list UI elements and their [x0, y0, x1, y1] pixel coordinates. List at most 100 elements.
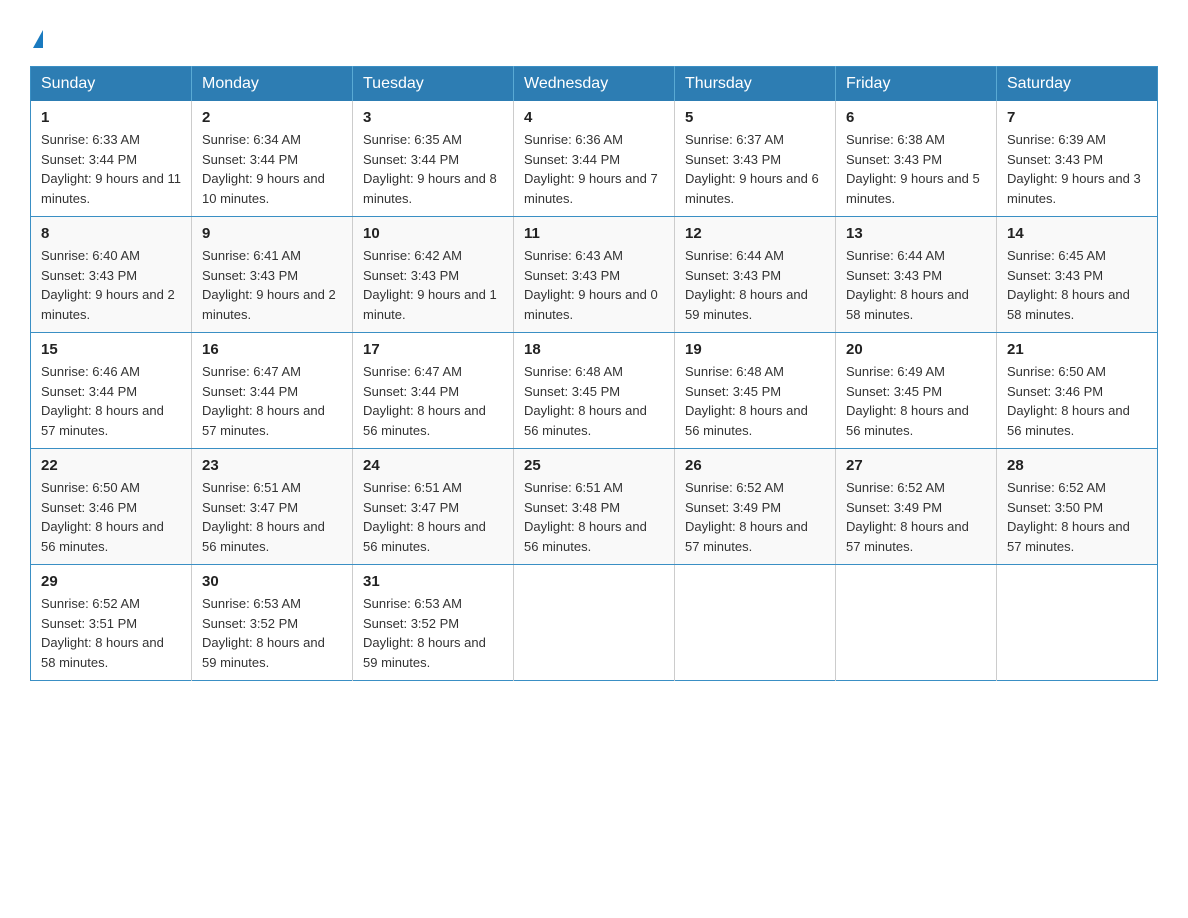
calendar-cell: 19Sunrise: 6:48 AMSunset: 3:45 PMDayligh… [675, 333, 836, 449]
day-number: 31 [363, 573, 503, 590]
weekday-wednesday: Wednesday [514, 67, 675, 102]
day-number: 1 [41, 109, 181, 126]
weekday-tuesday: Tuesday [353, 67, 514, 102]
day-info: Sunrise: 6:52 AMSunset: 3:51 PMDaylight:… [41, 596, 164, 670]
weekday-monday: Monday [192, 67, 353, 102]
calendar-cell: 6 Sunrise: 6:38 AMSunset: 3:43 PMDaylight… [836, 101, 997, 217]
day-info: Sunrise: 6:41 AMSunset: 3:43 PMDaylight:… [202, 248, 336, 322]
calendar-cell [514, 565, 675, 681]
day-info: Sunrise: 6:40 AMSunset: 3:43 PMDaylight:… [41, 248, 175, 322]
calendar-cell: 16 Sunrise: 6:47 AMSunset: 3:44 PMDayligh… [192, 333, 353, 449]
calendar-cell: 14 Sunrise: 6:45 AMSunset: 3:43 PMDayligh… [997, 217, 1158, 333]
weekday-sunday: Sunday [31, 67, 192, 102]
day-info: Sunrise: 6:33 AMSunset: 3:44 PMDaylight:… [41, 132, 181, 206]
day-info: Sunrise: 6:53 AMSunset: 3:52 PMDaylight:… [363, 596, 486, 670]
day-info: Sunrise: 6:36 AMSunset: 3:44 PMDaylight:… [524, 132, 658, 206]
day-info: Sunrise: 6:42 AMSunset: 3:43 PMDaylight:… [363, 248, 497, 322]
week-row-5: 29Sunrise: 6:52 AMSunset: 3:51 PMDayligh… [31, 565, 1158, 681]
weekday-friday: Friday [836, 67, 997, 102]
day-number: 25 [524, 457, 664, 474]
calendar-cell: 31 Sunrise: 6:53 AMSunset: 3:52 PMDayligh… [353, 565, 514, 681]
calendar-cell: 13Sunrise: 6:44 AMSunset: 3:43 PMDayligh… [836, 217, 997, 333]
calendar-cell [675, 565, 836, 681]
calendar-cell: 18 Sunrise: 6:48 AMSunset: 3:45 PMDayligh… [514, 333, 675, 449]
day-number: 5 [685, 109, 825, 126]
day-number: 3 [363, 109, 503, 126]
calendar-cell: 20 Sunrise: 6:49 AMSunset: 3:45 PMDayligh… [836, 333, 997, 449]
calendar-cell: 15 Sunrise: 6:46 AMSunset: 3:44 PMDayligh… [31, 333, 192, 449]
calendar-cell: 17Sunrise: 6:47 AMSunset: 3:44 PMDayligh… [353, 333, 514, 449]
day-number: 7 [1007, 109, 1147, 126]
calendar-cell [997, 565, 1158, 681]
calendar-cell: 30 Sunrise: 6:53 AMSunset: 3:52 PMDayligh… [192, 565, 353, 681]
day-number: 14 [1007, 225, 1147, 242]
day-info: Sunrise: 6:49 AMSunset: 3:45 PMDaylight:… [846, 364, 969, 438]
weekday-thursday: Thursday [675, 67, 836, 102]
day-info: Sunrise: 6:34 AMSunset: 3:44 PMDaylight:… [202, 132, 325, 206]
day-number: 27 [846, 457, 986, 474]
calendar-cell: 22Sunrise: 6:50 AMSunset: 3:46 PMDayligh… [31, 449, 192, 565]
day-info: Sunrise: 6:45 AMSunset: 3:43 PMDaylight:… [1007, 248, 1130, 322]
calendar-cell: 26 Sunrise: 6:52 AMSunset: 3:49 PMDayligh… [675, 449, 836, 565]
day-info: Sunrise: 6:48 AMSunset: 3:45 PMDaylight:… [685, 364, 808, 438]
day-number: 17 [363, 341, 503, 358]
day-info: Sunrise: 6:44 AMSunset: 3:43 PMDaylight:… [685, 248, 808, 322]
day-info: Sunrise: 6:52 AMSunset: 3:50 PMDaylight:… [1007, 480, 1130, 554]
day-info: Sunrise: 6:44 AMSunset: 3:43 PMDaylight:… [846, 248, 969, 322]
calendar-cell: 27 Sunrise: 6:52 AMSunset: 3:49 PMDayligh… [836, 449, 997, 565]
day-number: 26 [685, 457, 825, 474]
calendar-cell: 11 Sunrise: 6:43 AMSunset: 3:43 PMDayligh… [514, 217, 675, 333]
calendar-cell: 3 Sunrise: 6:35 AMSunset: 3:44 PMDaylight… [353, 101, 514, 217]
day-number: 9 [202, 225, 342, 242]
day-info: Sunrise: 6:52 AMSunset: 3:49 PMDaylight:… [685, 480, 808, 554]
day-info: Sunrise: 6:51 AMSunset: 3:48 PMDaylight:… [524, 480, 647, 554]
day-number: 24 [363, 457, 503, 474]
calendar-table: SundayMondayTuesdayWednesdayThursdayFrid… [30, 66, 1158, 681]
calendar-cell: 25 Sunrise: 6:51 AMSunset: 3:48 PMDayligh… [514, 449, 675, 565]
day-number: 21 [1007, 341, 1147, 358]
calendar-cell: 4 Sunrise: 6:36 AMSunset: 3:44 PMDaylight… [514, 101, 675, 217]
calendar-cell: 28 Sunrise: 6:52 AMSunset: 3:50 PMDayligh… [997, 449, 1158, 565]
calendar-cell: 8 Sunrise: 6:40 AMSunset: 3:43 PMDaylight… [31, 217, 192, 333]
day-info: Sunrise: 6:51 AMSunset: 3:47 PMDaylight:… [202, 480, 325, 554]
day-number: 10 [363, 225, 503, 242]
day-number: 30 [202, 573, 342, 590]
day-number: 20 [846, 341, 986, 358]
day-number: 16 [202, 341, 342, 358]
day-info: Sunrise: 6:46 AMSunset: 3:44 PMDaylight:… [41, 364, 164, 438]
day-number: 4 [524, 109, 664, 126]
calendar-cell: 9 Sunrise: 6:41 AMSunset: 3:43 PMDaylight… [192, 217, 353, 333]
logo [30, 20, 43, 48]
calendar-cell: 5Sunrise: 6:37 AMSunset: 3:43 PMDaylight… [675, 101, 836, 217]
day-number: 12 [685, 225, 825, 242]
day-info: Sunrise: 6:50 AMSunset: 3:46 PMDaylight:… [41, 480, 164, 554]
weekday-header-row: SundayMondayTuesdayWednesdayThursdayFrid… [31, 67, 1158, 102]
day-number: 8 [41, 225, 181, 242]
week-row-1: 1 Sunrise: 6:33 AMSunset: 3:44 PMDaylight… [31, 101, 1158, 217]
day-info: Sunrise: 6:43 AMSunset: 3:43 PMDaylight:… [524, 248, 658, 322]
day-info: Sunrise: 6:52 AMSunset: 3:49 PMDaylight:… [846, 480, 969, 554]
day-info: Sunrise: 6:48 AMSunset: 3:45 PMDaylight:… [524, 364, 647, 438]
calendar-cell: 24 Sunrise: 6:51 AMSunset: 3:47 PMDayligh… [353, 449, 514, 565]
calendar-cell: 23Sunrise: 6:51 AMSunset: 3:47 PMDayligh… [192, 449, 353, 565]
day-info: Sunrise: 6:39 AMSunset: 3:43 PMDaylight:… [1007, 132, 1141, 206]
day-number: 15 [41, 341, 181, 358]
page-header [30, 20, 1158, 48]
day-number: 6 [846, 109, 986, 126]
day-number: 11 [524, 225, 664, 242]
day-number: 2 [202, 109, 342, 126]
day-info: Sunrise: 6:50 AMSunset: 3:46 PMDaylight:… [1007, 364, 1130, 438]
calendar-cell: 29Sunrise: 6:52 AMSunset: 3:51 PMDayligh… [31, 565, 192, 681]
day-info: Sunrise: 6:51 AMSunset: 3:47 PMDaylight:… [363, 480, 486, 554]
weekday-saturday: Saturday [997, 67, 1158, 102]
week-row-2: 8 Sunrise: 6:40 AMSunset: 3:43 PMDaylight… [31, 217, 1158, 333]
day-number: 18 [524, 341, 664, 358]
calendar-cell: 2 Sunrise: 6:34 AMSunset: 3:44 PMDaylight… [192, 101, 353, 217]
day-info: Sunrise: 6:53 AMSunset: 3:52 PMDaylight:… [202, 596, 325, 670]
day-info: Sunrise: 6:47 AMSunset: 3:44 PMDaylight:… [202, 364, 325, 438]
day-number: 28 [1007, 457, 1147, 474]
calendar-cell: 7 Sunrise: 6:39 AMSunset: 3:43 PMDaylight… [997, 101, 1158, 217]
day-info: Sunrise: 6:38 AMSunset: 3:43 PMDaylight:… [846, 132, 980, 206]
week-row-3: 15 Sunrise: 6:46 AMSunset: 3:44 PMDayligh… [31, 333, 1158, 449]
day-info: Sunrise: 6:35 AMSunset: 3:44 PMDaylight:… [363, 132, 497, 206]
